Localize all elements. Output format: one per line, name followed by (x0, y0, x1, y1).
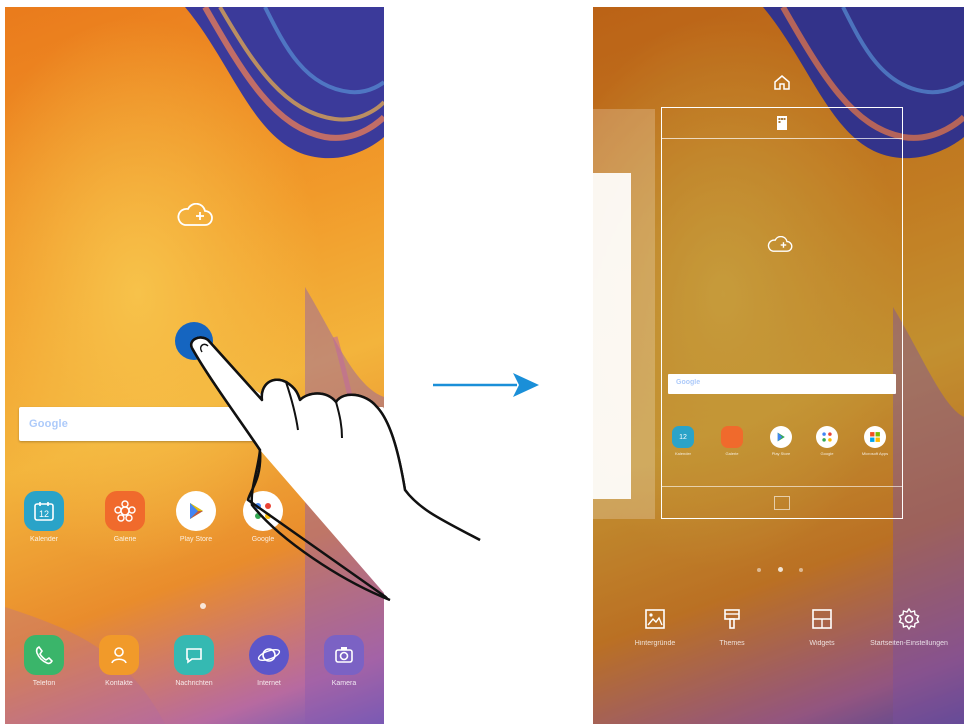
menu-label: Themes (719, 640, 745, 647)
menu-wallpapers[interactable]: Hintergründe (615, 607, 695, 648)
play-store-icon (770, 426, 792, 448)
app-label: Nachrichten (175, 680, 213, 687)
page-grid-icon[interactable] (776, 115, 788, 131)
widgets-icon (812, 609, 832, 629)
mini-app: 12 Kalender (663, 426, 703, 456)
settings-icon (898, 607, 920, 631)
cloud-add-icon[interactable] (175, 203, 215, 229)
phone-icon (24, 635, 64, 675)
gallery-icon (721, 426, 743, 448)
app-label: Kalender (29, 536, 59, 543)
app-kontakte[interactable]: Kontakte (89, 635, 149, 687)
current-page-frame[interactable]: Google 12 Kalender Galerie Play Store Go… (661, 107, 903, 519)
page-indicator (799, 568, 803, 572)
app-label: Kontakte (105, 680, 133, 687)
menu-label: Startseiten-Einstellungen (870, 640, 948, 647)
home-icon[interactable] (773, 73, 791, 91)
app-telefon[interactable]: Telefon (14, 635, 74, 687)
menu-widgets[interactable]: Widgets (782, 607, 862, 648)
cloud-add-icon[interactable] (766, 236, 794, 254)
dock-divider (662, 486, 902, 487)
page-indicator-active (778, 567, 783, 572)
mini-app: Galerie (712, 426, 752, 456)
contacts-icon (99, 635, 139, 675)
app-label: Internet (257, 680, 281, 687)
mini-app-label: Microsoft Apps (861, 451, 889, 456)
app-label: Telefon (32, 680, 56, 687)
mini-app-label: Google (820, 451, 834, 456)
mini-app: Play Store (761, 426, 801, 456)
mini-app-label: Kalender (674, 451, 691, 456)
themes-icon (724, 609, 740, 629)
calendar-icon: 12 (672, 426, 694, 448)
mini-google-search-bar: Google (668, 374, 896, 394)
app-kalender[interactable]: 12 Kalender (14, 491, 74, 543)
google-folder-icon (816, 426, 838, 448)
app-label: Kamera (331, 680, 357, 687)
wallpaper-icon (645, 609, 665, 629)
menu-home-settings[interactable]: Startseiten-Einstellungen (869, 607, 949, 648)
menu-label: Widgets (809, 640, 835, 647)
mini-dock-placeholder (774, 496, 790, 510)
home-screen-edit-mode: Google 12 Kalender Galerie Play Store Go… (593, 7, 964, 724)
mini-app-label: Play Store (771, 451, 791, 456)
menu-label: Hintergründe (634, 640, 676, 647)
page-indicator (757, 568, 761, 572)
menu-themes[interactable]: Themes (692, 607, 772, 648)
previous-page-widget (593, 173, 631, 499)
mini-google-label: Google (676, 379, 701, 386)
google-search-label: Google (29, 418, 69, 430)
edit-mode-menu: Hintergründe Themes Widgets Startseiten-… (593, 597, 964, 687)
mini-app-label: Galerie (725, 451, 739, 456)
mini-app: Google (807, 426, 847, 456)
microsoft-apps-icon (864, 426, 886, 448)
svg-text:12: 12 (39, 509, 49, 519)
mini-app: Microsoft Apps (855, 426, 895, 456)
frame-header-divider (662, 138, 902, 139)
calendar-icon: 12 (24, 491, 64, 531)
gallery-icon (105, 491, 145, 531)
app-label: Galerie (113, 536, 137, 543)
transition-arrow-icon (433, 373, 539, 397)
app-galerie[interactable]: Galerie (95, 491, 155, 543)
